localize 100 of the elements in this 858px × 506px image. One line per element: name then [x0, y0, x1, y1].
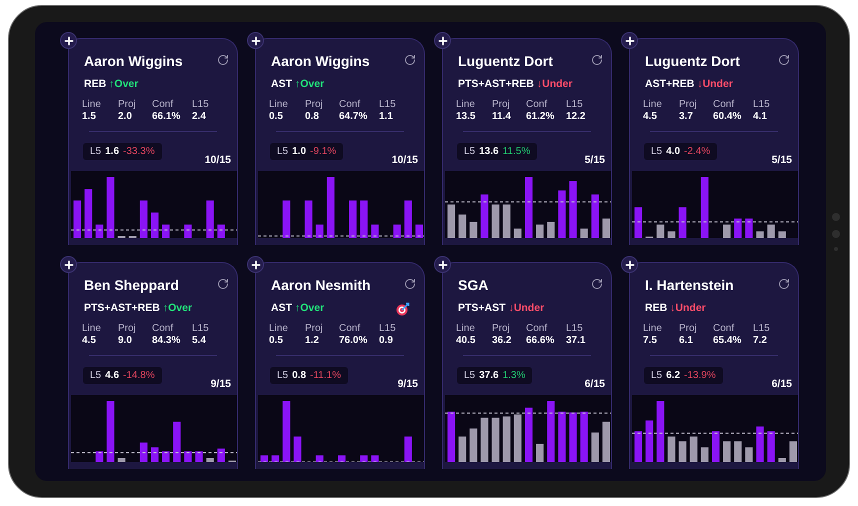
stat-value: 4.5 [82, 335, 97, 347]
pick-label: ↑Over [109, 77, 138, 92]
stat-value: 84.3% [152, 335, 182, 347]
hit-record: 6/15 [584, 378, 605, 390]
stat-label: Conf [152, 99, 174, 111]
pick-label: ↓Under [670, 301, 706, 316]
stat-label: Proj [118, 99, 137, 111]
stat-value: 0.8 [305, 111, 320, 123]
add-button[interactable] [434, 256, 451, 273]
l5-value: 4.0 [666, 145, 680, 159]
plus-icon [436, 258, 448, 270]
stat-label: Line [82, 99, 102, 111]
add-button[interactable] [60, 256, 77, 273]
stat-label: Conf [339, 323, 362, 335]
add-button[interactable] [621, 32, 638, 49]
pick-label: ↑Over [295, 301, 324, 316]
l5-change: -13.9% [684, 369, 716, 383]
l5-value: 0.8 [292, 369, 306, 383]
market-label: PTS+AST+REB [84, 301, 160, 316]
stat-label: L15 [753, 323, 771, 335]
player-name: Ben Sheppard [84, 276, 179, 294]
add-button[interactable] [60, 32, 77, 49]
l5-change: -2.4% [684, 145, 710, 159]
market-label: PTS+AST [458, 301, 506, 316]
l5-change: -14.8% [123, 369, 155, 383]
plus-icon [250, 258, 262, 270]
market-label: AST [271, 301, 292, 316]
market-label: AST+REB [645, 77, 694, 92]
stat-value: 65.4% [713, 335, 742, 347]
stat-value: 0.5 [269, 335, 284, 347]
add-button[interactable] [621, 256, 638, 273]
l5-change: -11.1% [310, 369, 341, 383]
market-label: PTS+AST+REB [458, 77, 534, 92]
stat-value: 0.9 [379, 335, 394, 347]
plus-icon [62, 258, 74, 270]
player-name: Luguentz Dort [645, 52, 740, 70]
stat-value: 13.5 [456, 111, 476, 123]
refresh-icon[interactable] [778, 54, 790, 66]
l5-label: L5 [277, 369, 288, 383]
stat-value: 66.6% [526, 335, 556, 347]
refresh-icon[interactable] [217, 54, 229, 66]
player-name: Aaron Nesmith [271, 276, 371, 294]
refresh-icon[interactable] [778, 278, 790, 290]
stat-label: L15 [566, 323, 584, 335]
stat-value: 11.4 [492, 111, 512, 123]
stat-label: Line [269, 99, 289, 111]
stat-label: Conf [152, 323, 174, 335]
stat-value: 60.4% [713, 111, 742, 123]
l5-value: 37.6 [479, 369, 499, 383]
stat-value: 4.1 [753, 111, 768, 123]
hit-record: 10/15 [204, 154, 231, 166]
stat-label: Conf [713, 99, 736, 111]
stat-value: 2.0 [118, 111, 133, 123]
stat-label: L15 [753, 99, 771, 111]
player-name: SGA [458, 276, 488, 294]
plus-icon [436, 34, 448, 46]
stat-label: Proj [305, 323, 324, 335]
l5-label: L5 [651, 369, 662, 383]
stat-value: 61.2% [526, 111, 556, 123]
stat-value: 12.2 [566, 111, 586, 123]
add-button[interactable] [434, 32, 451, 49]
plus-icon [62, 34, 74, 46]
stat-value: 5.4 [192, 335, 207, 347]
stat-label: Conf [713, 323, 736, 335]
stat-value: 36.2 [492, 335, 512, 347]
l5-label: L5 [90, 145, 102, 159]
refresh-icon[interactable] [591, 278, 603, 290]
pick-label: ↓Under [536, 77, 572, 92]
pick-label: ↑Over [295, 77, 324, 92]
hit-record: 9/15 [398, 378, 418, 390]
l5-value: 4.6 [105, 369, 120, 383]
stat-label: L15 [566, 99, 584, 111]
stat-label: Line [643, 323, 663, 335]
stat-value: 2.4 [192, 111, 207, 123]
stat-label: Proj [492, 323, 511, 335]
add-button[interactable] [247, 32, 264, 49]
stat-value: 1.1 [379, 111, 394, 123]
refresh-icon[interactable] [591, 54, 603, 66]
refresh-icon[interactable] [404, 54, 416, 66]
add-button[interactable] [247, 256, 264, 273]
stat-label: Conf [526, 99, 548, 111]
l5-change: 1.3% [502, 369, 526, 383]
l5-change: 11.5% [502, 145, 530, 159]
stat-label: Proj [679, 99, 698, 111]
stat-value: 9.0 [118, 335, 133, 347]
plus-icon [250, 34, 262, 46]
stat-label: Conf [526, 323, 548, 335]
player-name: Aaron Wiggins [271, 52, 370, 70]
refresh-icon[interactable] [217, 278, 229, 290]
refresh-icon[interactable] [404, 278, 416, 290]
stat-label: L15 [192, 323, 210, 335]
pick-label: ↓Under [697, 77, 733, 92]
l5-change: -33.3% [123, 145, 155, 159]
player-name: Luguentz Dort [458, 52, 553, 70]
stat-label: Line [456, 99, 476, 111]
hit-record: 9/15 [210, 378, 231, 390]
stat-label: L15 [379, 323, 397, 335]
plus-icon [624, 34, 636, 46]
stat-value: 1.5 [82, 111, 97, 123]
stat-label: Line [643, 99, 663, 111]
